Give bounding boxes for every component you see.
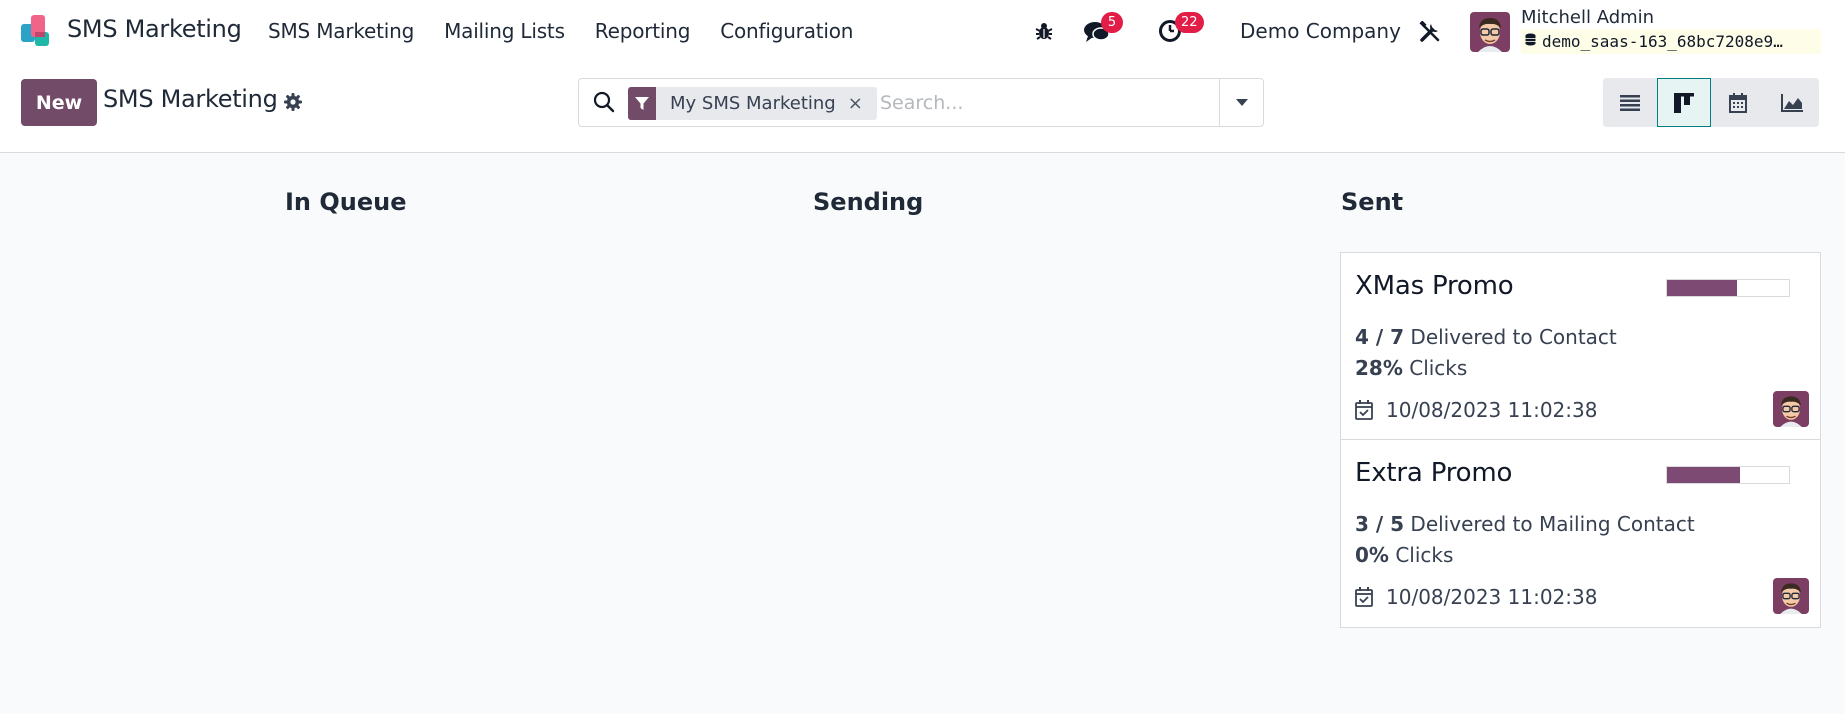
clicks-value: 0% xyxy=(1355,543,1389,567)
list-icon xyxy=(1620,94,1640,111)
database-name: demo_saas-163_68bc7208e9… xyxy=(1521,29,1821,54)
search-icon[interactable] xyxy=(593,91,615,117)
user-name[interactable]: Mitchell Admin xyxy=(1521,7,1654,28)
gear-icon[interactable] xyxy=(284,93,302,115)
tools-settings-icon[interactable] xyxy=(1418,20,1442,44)
activities-count-badge: 22 xyxy=(1175,12,1204,33)
campaign-name: XMas Promo xyxy=(1355,271,1514,301)
search-facet: My SMS Marketing × xyxy=(628,87,877,120)
responsible-avatar[interactable] xyxy=(1773,578,1809,614)
sent-date: 10/08/2023 11:02:38 xyxy=(1386,398,1598,422)
sms-marketing-logo-icon[interactable] xyxy=(19,14,53,48)
sent-date: 10/08/2023 11:02:38 xyxy=(1386,585,1598,609)
calendar-check-icon xyxy=(1355,587,1373,611)
remove-facet-close-icon[interactable]: × xyxy=(848,93,877,114)
top-navbar: SMS Marketing SMS Marketing Mailing List… xyxy=(0,0,1845,62)
progress-bar xyxy=(1666,466,1790,484)
kanban-icon xyxy=(1674,92,1694,113)
responsible-avatar[interactable] xyxy=(1773,391,1809,427)
kanban-view-button[interactable] xyxy=(1657,78,1711,127)
database-name-text: demo_saas-163_68bc7208e9… xyxy=(1542,32,1783,51)
clicks-label: Clicks xyxy=(1402,356,1468,380)
clicks-label: Clicks xyxy=(1388,543,1454,567)
area-chart-icon xyxy=(1781,93,1803,112)
list-view-button[interactable] xyxy=(1603,78,1657,127)
new-button[interactable]: New xyxy=(21,79,97,126)
campaign-name: Extra Promo xyxy=(1355,458,1513,488)
column-sending-title: Sending xyxy=(813,188,924,216)
filter-icon xyxy=(628,87,656,120)
menu-reporting[interactable]: Reporting xyxy=(595,19,691,43)
messages-count-badge: 5 xyxy=(1101,12,1123,33)
menu-mailing-lists[interactable]: Mailing Lists xyxy=(444,19,565,43)
database-icon xyxy=(1525,33,1536,50)
progress-bar xyxy=(1666,279,1790,297)
clicks-value: 28% xyxy=(1355,356,1403,380)
delivered-stat: 4 / 7 Delivered to Contact xyxy=(1355,325,1617,349)
calendar-icon xyxy=(1729,92,1747,113)
view-switcher xyxy=(1603,78,1819,127)
kanban-card[interactable]: XMas Promo 4 / 7 Delivered to Contact 28… xyxy=(1340,252,1821,440)
caret-down-icon xyxy=(1235,98,1248,106)
kanban-card[interactable]: Extra Promo 3 / 5 Delivered to Mailing C… xyxy=(1340,440,1821,628)
delivered-label: Delivered to Mailing Contact xyxy=(1404,512,1695,536)
search-bar: My SMS Marketing × Search... xyxy=(578,78,1264,127)
delivered-label: Delivered to Contact xyxy=(1404,325,1617,349)
column-in-queue-title: In Queue xyxy=(285,188,407,216)
control-panel: New SMS Marketing My SMS Marketing × Sea… xyxy=(0,62,1845,153)
page-title: SMS Marketing xyxy=(103,85,278,113)
user-avatar[interactable] xyxy=(1470,12,1510,52)
clicks-stat: 28% Clicks xyxy=(1355,356,1467,380)
calendar-check-icon xyxy=(1355,400,1373,424)
progress-bar-fill xyxy=(1667,467,1741,483)
delivered-value: 3 / 5 xyxy=(1355,512,1405,536)
app-name[interactable]: SMS Marketing xyxy=(67,15,242,43)
main-menu: SMS Marketing Mailing Lists Reporting Co… xyxy=(268,19,883,43)
debug-icon[interactable] xyxy=(1033,20,1055,42)
graph-view-button[interactable] xyxy=(1765,78,1819,127)
delivered-stat: 3 / 5 Delivered to Mailing Contact xyxy=(1355,512,1695,536)
clicks-stat: 0% Clicks xyxy=(1355,543,1453,567)
column-sent-title: Sent xyxy=(1341,188,1404,216)
company-switcher[interactable]: Demo Company xyxy=(1240,19,1401,43)
search-facet-label: My SMS Marketing xyxy=(670,93,836,114)
search-options-toggle[interactable] xyxy=(1219,79,1263,126)
calendar-view-button[interactable] xyxy=(1711,78,1765,127)
delivered-value: 4 / 7 xyxy=(1355,325,1405,349)
menu-sms-marketing[interactable]: SMS Marketing xyxy=(268,19,414,43)
search-input[interactable]: Search... xyxy=(880,92,963,114)
progress-bar-fill xyxy=(1667,280,1737,296)
menu-configuration[interactable]: Configuration xyxy=(720,19,853,43)
